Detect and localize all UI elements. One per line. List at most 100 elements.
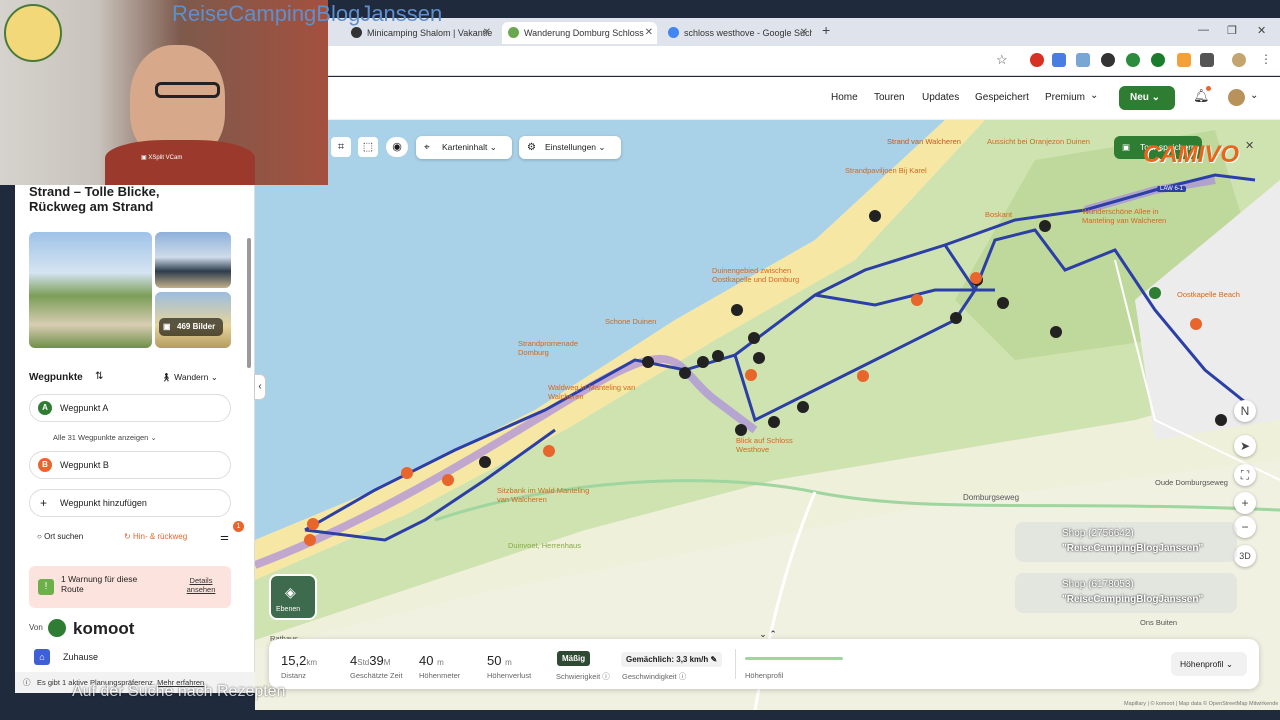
map-label: Wunderschöne Allee in Manteling van Walc… bbox=[1082, 207, 1167, 225]
show-all-waypoints[interactable]: Alle 31 Wegpunkte anzeigen ⌄ bbox=[53, 433, 157, 442]
round-trip-button[interactable]: ↻ Hin- & rückweg bbox=[124, 532, 187, 541]
zoom-in-button[interactable]: + bbox=[1234, 492, 1256, 514]
expand-stats-icon[interactable]: ⌄ ⌃ bbox=[743, 629, 793, 641]
difficulty-badge: Mäßig bbox=[557, 651, 591, 666]
nav-updates[interactable]: Updates bbox=[922, 92, 959, 103]
opera-extension-icon[interactable] bbox=[1030, 53, 1044, 67]
sidebar-scrollbar[interactable] bbox=[247, 238, 251, 368]
descent-unit: m bbox=[505, 658, 512, 667]
waypoint-b-icon: B bbox=[38, 458, 52, 472]
map-label: Aussicht bei Oranjezon Duinen bbox=[987, 137, 1090, 146]
ascent-unit: m bbox=[437, 658, 444, 667]
map-content-button[interactable]: ⌖ Karteninhalt ⌄ bbox=[416, 136, 512, 159]
tour-photo-main[interactable] bbox=[29, 232, 152, 348]
chevron-down-icon: ⌄ bbox=[1090, 90, 1099, 101]
extensions-icon[interactable] bbox=[1200, 53, 1214, 67]
select-area-icon[interactable]: ⬚ bbox=[358, 137, 378, 157]
elevation-mini-chart[interactable] bbox=[745, 657, 843, 660]
tab-label: schloss westhove - Google Such bbox=[684, 28, 812, 38]
sort-icon[interactable]: ⇅ bbox=[95, 371, 103, 382]
minimize-icon[interactable]: — bbox=[1198, 24, 1209, 36]
waypoint-b[interactable]: B Wegpunkt B bbox=[29, 451, 231, 479]
collapse-sidebar-button[interactable]: ‹ bbox=[254, 374, 266, 400]
layers-button[interactable]: ◈ Ebenen bbox=[269, 574, 317, 620]
distance-unit: km bbox=[306, 658, 317, 667]
puzzle-extension-icon[interactable] bbox=[1177, 53, 1191, 67]
map-label: Schone Duinen bbox=[605, 317, 657, 326]
nav-touren[interactable]: Touren bbox=[874, 92, 905, 103]
image-count-badge[interactable]: ▣ 469 Bilder bbox=[159, 318, 223, 336]
round-trip-icon: ↻ bbox=[124, 532, 131, 541]
close-map-icon[interactable]: ✕ bbox=[1245, 139, 1254, 152]
nav-gespeichert[interactable]: Gespeichert bbox=[975, 92, 1029, 103]
xsplit-label: ▣ XSplit VCam bbox=[141, 155, 183, 161]
adblock-extension-icon[interactable] bbox=[1126, 53, 1140, 67]
settings-button[interactable]: ⚙ Einstellungen ⌄ bbox=[519, 136, 621, 159]
image-count-label: 469 Bilder bbox=[177, 322, 216, 331]
search-icon: ○ bbox=[37, 532, 42, 541]
browser-menu-icon[interactable]: ⋮ bbox=[1260, 52, 1272, 66]
round-trip-label: Hin- & rückweg bbox=[132, 532, 188, 541]
speed-selector[interactable]: Gemächlich: 3,3 km/h ✎ bbox=[621, 652, 723, 667]
sport-selector[interactable]: 🚶︎ Wandern ⌄ bbox=[161, 372, 218, 383]
tour-sidebar: Strand – Tolle Blicke, Rückweg am Strand… bbox=[15, 183, 255, 693]
route-preferences-icon[interactable]: ⚌ bbox=[220, 532, 229, 543]
locate-me-icon[interactable]: ➤ bbox=[1234, 435, 1256, 457]
3d-toggle-button[interactable]: 3D bbox=[1234, 545, 1256, 567]
presenter-shirt bbox=[105, 140, 255, 185]
elevation-profile-button[interactable]: Höhenprofil ⌄ bbox=[1171, 652, 1247, 676]
user-avatar[interactable] bbox=[1228, 89, 1245, 106]
compass-icon[interactable]: N bbox=[1234, 400, 1256, 422]
zoom-out-button[interactable]: − bbox=[1234, 516, 1256, 538]
ascent-value: 40 m bbox=[419, 653, 444, 668]
download-extension-icon[interactable] bbox=[1151, 53, 1165, 67]
descent-value: 50 m bbox=[487, 653, 512, 668]
shop-overlay-1: Shop (2756642) "ReiseCampingBlogJanssen" bbox=[1015, 522, 1237, 562]
sync-extension-icon[interactable] bbox=[1101, 53, 1115, 67]
eye-icon[interactable]: ◉ bbox=[386, 137, 408, 157]
time-minutes: 39 bbox=[369, 653, 384, 668]
add-waypoint-button[interactable]: + Wegpunkt hinzufügen bbox=[29, 489, 231, 517]
tour-stats-bar: ⌄ ⌃ 15,2km Distanz 4Std39M Geschätzte Ze… bbox=[269, 629, 1259, 689]
nav-home[interactable]: Home bbox=[831, 92, 858, 103]
speed-label: Geschwindigkeit ⓘ bbox=[622, 672, 687, 681]
search-place-button[interactable]: ○ Ort suchen bbox=[37, 532, 83, 541]
chevron-down-icon: ⌄ bbox=[1250, 90, 1259, 101]
image-icon: ▣ bbox=[163, 322, 171, 331]
close-tab-icon[interactable]: ✕ bbox=[800, 22, 808, 44]
shop-overlay-2: Shop (6178053) "ReiseCampingBlogJanssen" bbox=[1015, 573, 1237, 613]
browser-tab-google[interactable]: schloss westhove - Google Such ✕ bbox=[662, 22, 812, 44]
map-label: Strand van Walcheren bbox=[887, 137, 961, 146]
home-location[interactable]: Zuhause bbox=[63, 652, 98, 662]
waypoint-a[interactable]: A Wegpunkt A bbox=[29, 394, 231, 422]
new-tab-button[interactable]: + bbox=[822, 22, 830, 38]
close-tab-icon[interactable]: ✕ bbox=[483, 22, 491, 44]
nav-premium[interactable]: Premium bbox=[1045, 92, 1085, 103]
map-label: Strandpromenade Domburg bbox=[518, 339, 579, 357]
tour-title-line: Rückweg am Strand bbox=[29, 199, 154, 214]
save-icon: ▣ bbox=[1122, 142, 1131, 152]
close-tab-icon[interactable]: ✕ bbox=[645, 22, 653, 44]
new-button[interactable]: Neu ⌄ bbox=[1119, 86, 1175, 110]
map-label: Duinengebied zwischen Oostkapelle und Do… bbox=[712, 266, 800, 284]
shop-name: "ReiseCampingBlogJanssen" bbox=[1062, 543, 1204, 554]
channel-title: ReiseCampingBlogJanssen bbox=[172, 1, 443, 26]
route-warning: ! 1 Warnung für diese Route Details anse… bbox=[29, 566, 231, 608]
close-window-icon[interactable]: ✕ bbox=[1257, 24, 1266, 37]
xsplit-label-text: XSplit VCam bbox=[148, 155, 183, 161]
maximize-icon[interactable]: ❐ bbox=[1227, 24, 1237, 37]
profile-avatar[interactable] bbox=[1232, 53, 1246, 67]
crop-icon[interactable]: ⌗ bbox=[331, 137, 351, 157]
tour-photo-2[interactable] bbox=[155, 232, 231, 288]
details-link[interactable]: Details ansehen bbox=[181, 576, 221, 594]
gear-icon: ⚙ bbox=[527, 142, 536, 153]
settings-label: Einstellungen bbox=[545, 142, 597, 152]
tour-photo-3[interactable]: ▣ 469 Bilder bbox=[155, 292, 231, 348]
docs-extension-icon[interactable] bbox=[1052, 53, 1066, 67]
webcam-overlay: ▣ XSplit VCam bbox=[0, 0, 328, 185]
browser-tab-wanderung[interactable]: Wanderung Domburg Schloss ✕ bbox=[502, 22, 657, 44]
translate-extension-icon[interactable] bbox=[1076, 53, 1090, 67]
fullscreen-icon[interactable]: ⛶ bbox=[1234, 464, 1256, 486]
route-badge: LAW 6-1 bbox=[1157, 186, 1187, 192]
bookmark-star-icon[interactable]: ☆ bbox=[996, 52, 1008, 68]
